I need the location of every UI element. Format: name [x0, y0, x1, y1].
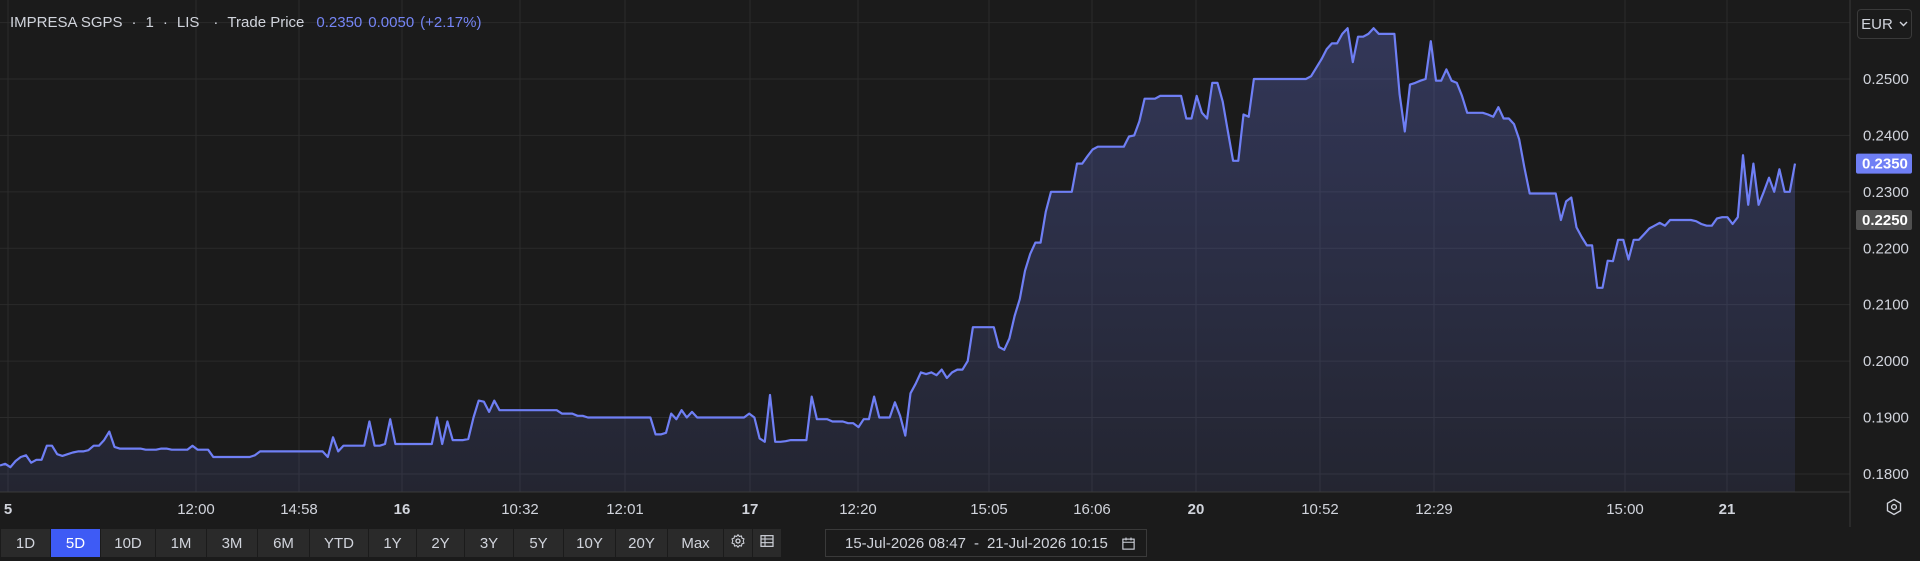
- y-tick-label: 0.2300: [1863, 184, 1909, 201]
- price-chart[interactable]: 0.1800 0.1900 0.2000 0.2100 0.2200 0.2300 0.24…: [0, 0, 1920, 527]
- x-tick-label: 20: [1188, 501, 1205, 518]
- period-button-5d[interactable]: 5D: [51, 529, 100, 557]
- period-button-max[interactable]: Max: [668, 529, 723, 557]
- date-range-from: 15-Jul-2026 08:47: [845, 534, 966, 552]
- date-range-to: 21-Jul-2026 10:15: [986, 534, 1108, 552]
- prev-close-label: 0.2250: [1862, 212, 1908, 229]
- calendar-icon: [1121, 536, 1136, 555]
- date-range-separator: -: [973, 534, 979, 552]
- legend-separator: ·: [131, 14, 137, 31]
- data-table-button[interactable]: [753, 529, 781, 557]
- y-tick-label: 0.1900: [1863, 410, 1909, 427]
- x-tick-label: 10:32: [501, 501, 539, 518]
- currency-dropdown[interactable]: EUR: [1857, 9, 1912, 39]
- legend-field: Trade Price: [227, 14, 305, 31]
- x-tick-label: 12:29: [1415, 501, 1453, 518]
- x-tick-label: 12:00: [177, 501, 215, 518]
- legend-interval: 1: [145, 14, 154, 31]
- x-tick-label: 15:00: [1606, 501, 1644, 518]
- y-tick-label: 0.2400: [1863, 127, 1909, 144]
- legend-change: 0.0050: [368, 14, 415, 31]
- period-button-10y[interactable]: 10Y: [564, 529, 615, 557]
- x-tick-label: 10:52: [1301, 501, 1339, 518]
- period-button-3y[interactable]: 3Y: [465, 529, 513, 557]
- period-button-1y[interactable]: 1Y: [369, 529, 416, 557]
- y-tick-label: 0.2100: [1863, 297, 1909, 314]
- table-icon: [759, 533, 775, 554]
- period-button-5y[interactable]: 5Y: [514, 529, 563, 557]
- gear-icon: [730, 533, 746, 554]
- period-button-1d[interactable]: 1D: [1, 529, 50, 557]
- chevron-down-icon: [1899, 19, 1908, 30]
- period-button-ytd[interactable]: YTD: [310, 529, 368, 557]
- y-tick-label: 0.2500: [1863, 71, 1909, 88]
- x-tick-label: 14:58: [280, 501, 318, 518]
- last-price-label: 0.2350: [1862, 156, 1908, 173]
- period-button-2y[interactable]: 2Y: [417, 529, 464, 557]
- legend-exchange: LIS: [176, 14, 200, 31]
- period-selector: 1D 5D 10D 1M 3M 6M YTD 1Y 2Y 3Y 5Y 10Y 2…: [1, 529, 781, 557]
- y-tick-label: 0.1800: [1863, 466, 1909, 483]
- x-tick-label: 16:06: [1073, 501, 1111, 518]
- x-tick-label: 16: [394, 501, 411, 518]
- y-axis: 0.1800 0.1900 0.2000 0.2100 0.2200 0.2300 0.24…: [1863, 15, 1909, 483]
- legend-price: 0.2350: [316, 14, 363, 31]
- gear-icon: [1885, 498, 1903, 521]
- x-tick-label: 5: [4, 501, 12, 518]
- y-tick-label: 0.2200: [1863, 240, 1909, 257]
- legend-change-pct: (+2.17%): [420, 14, 482, 31]
- price-area-fill: [0, 28, 1795, 492]
- bottom-toolbar: 1D 5D 10D 1M 3M 6M YTD 1Y 2Y 3Y 5Y 10Y 2…: [0, 527, 1920, 561]
- x-tick-label: 17: [742, 501, 759, 518]
- y-tick-label: 0.2000: [1863, 353, 1909, 370]
- legend-symbol: IMPRESA SGPS: [10, 14, 123, 31]
- period-button-6m[interactable]: 6M: [258, 529, 309, 557]
- chart-legend: IMPRESA SGPS · 1 · LIS · Trade Price 0.2…: [10, 14, 481, 31]
- chart-area[interactable]: 0.1800 0.1900 0.2000 0.2100 0.2200 0.2300 0.24…: [0, 0, 1920, 561]
- axis-settings-button[interactable]: [1879, 497, 1909, 521]
- currency-label: EUR: [1861, 15, 1893, 33]
- period-button-10d[interactable]: 10D: [101, 529, 155, 557]
- x-axis: 5 12:00 14:58 16 10:32 12:01 17 12:20 15:05 16:06…: [4, 501, 1736, 518]
- legend-separator: ·: [213, 14, 219, 31]
- chart-settings-button[interactable]: [724, 529, 752, 557]
- period-button-20y[interactable]: 20Y: [616, 529, 667, 557]
- legend-separator: ·: [162, 14, 168, 31]
- date-range-picker[interactable]: 15-Jul-2026 08:47 - 21-Jul-2026 10:15: [825, 529, 1147, 557]
- period-button-1m[interactable]: 1M: [156, 529, 206, 557]
- x-tick-label: 15:05: [970, 501, 1008, 518]
- period-button-3m[interactable]: 3M: [207, 529, 257, 557]
- x-tick-label: 12:01: [606, 501, 644, 518]
- x-tick-label: 21: [1719, 501, 1736, 518]
- x-tick-label: 12:20: [839, 501, 877, 518]
